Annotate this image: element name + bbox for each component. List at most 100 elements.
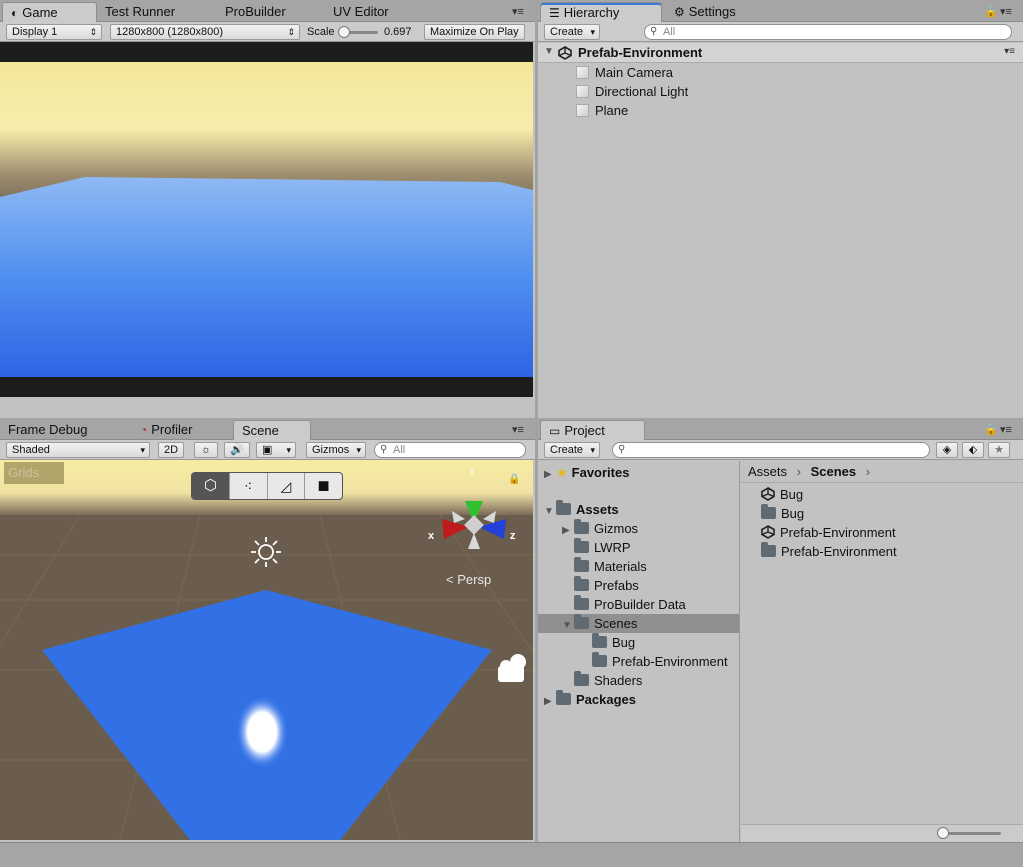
tab-test-runner[interactable]: Test Runner <box>97 2 183 22</box>
folder-icon <box>574 595 589 610</box>
hierarchy-panel: ☰ Hierarchy ⚙ Settings 🔒 ▾≡ Create ▾ ⚲ All ▼… <box>538 0 1023 418</box>
tree-scenes-prefab-environment[interactable]: Prefab-Environment <box>592 652 728 671</box>
display-dropdown[interactable]: Display 1 ⇕ <box>6 24 102 40</box>
unity-scene-icon <box>761 487 775 501</box>
tree-materials[interactable]: Materials <box>574 557 647 576</box>
icon-size-slider-thumb[interactable] <box>937 827 949 839</box>
dropdown-arrow-icon: ▾ <box>590 445 595 455</box>
tree-scenes-bug[interactable]: Bug <box>592 633 635 652</box>
tab-probuilder[interactable]: ProBuilder <box>217 2 294 22</box>
filter-by-label-button[interactable]: ⬖ <box>962 442 984 458</box>
file-label: Prefab-Environment <box>781 544 897 559</box>
tree-item-label: Shaders <box>594 673 643 688</box>
edge-mode-button[interactable]: ◿ <box>266 473 305 499</box>
scene-menu-icon[interactable]: ▾≡ <box>1004 46 1015 57</box>
hierarchy-scene-header[interactable]: ▼ Prefab-Environment ▾≡ <box>538 43 1023 63</box>
tree-probuilder-data[interactable]: ProBuilder Data <box>574 595 686 614</box>
breadcrumb-assets[interactable]: Assets <box>748 464 787 479</box>
expand-down-icon[interactable]: ▼ <box>544 46 556 57</box>
tab-hierarchy[interactable]: ☰ Hierarchy <box>540 2 662 22</box>
tab-profiler[interactable]: ◔ Profiler <box>132 420 200 440</box>
folder-icon <box>574 614 589 629</box>
hierarchy-item-label: Directional Light <box>595 84 689 99</box>
resolution-dropdown[interactable]: 1280x800 (1280x800) ⇕ <box>110 24 300 40</box>
hierarchy-create-button[interactable]: Create ▾ <box>544 24 600 40</box>
tree-gizmos[interactable]: ▶ Gizmos <box>562 519 638 538</box>
expand-right-icon: ▶ <box>544 696 552 707</box>
render-frame-top <box>0 42 533 62</box>
face-mode-button[interactable]: ◼ <box>304 473 342 499</box>
panel-menu-icon[interactable]: ▾≡ <box>512 423 524 436</box>
tree-lwrp[interactable]: LWRP <box>574 538 631 557</box>
file-prefab-environment-folder[interactable]: Prefab-Environment <box>761 542 897 561</box>
tree-prefabs[interactable]: Prefabs <box>574 576 639 595</box>
scene-search-input[interactable]: ⚲ All <box>374 442 526 458</box>
hierarchy-item-main-camera[interactable]: Main Camera <box>576 63 673 82</box>
folder-icon <box>556 690 571 705</box>
hierarchy-search-placeholder: All <box>663 26 676 38</box>
projection-toggle[interactable]: < Persp <box>446 572 491 587</box>
tree-assets[interactable]: ▼ Assets <box>544 500 619 519</box>
tree-packages[interactable]: ▶ Packages <box>544 690 636 709</box>
gizmos-dropdown[interactable]: Gizmos ▾ <box>306 442 366 458</box>
breadcrumb-scenes[interactable]: Scenes <box>811 464 857 479</box>
icon-size-slider[interactable] <box>937 827 1001 839</box>
expand-right-icon: ▶ <box>544 469 552 480</box>
hierarchy-search-input[interactable]: ⚲ All <box>644 24 1012 40</box>
tab-game[interactable]: ◐ Game <box>2 2 97 22</box>
tree-scenes[interactable]: ▼ Scenes <box>562 614 637 633</box>
scene-panel: Frame Debug ◔ Profiler Scene ▾≡ Shaded ▾ 2… <box>0 418 535 842</box>
cube-outline-icon: ⬡ <box>203 477 217 494</box>
project-tabbar: ▭ Project 🔒 ▾≡ <box>538 418 1023 440</box>
grids-overlay-button[interactable]: Grids <box>4 462 64 484</box>
tree-shaders[interactable]: Shaders <box>574 671 642 690</box>
tab-uv-editor[interactable]: UV Editor <box>325 2 397 22</box>
panel-menu-icon[interactable]: ▾≡ <box>1000 423 1012 436</box>
effects-dropdown[interactable]: ▣ ▾ <box>256 442 296 458</box>
tree-favorites[interactable]: ▶ ★ Favorites <box>544 463 629 482</box>
resolution-value: 1280x800 (1280x800) <box>116 26 224 38</box>
toggle-2d-button[interactable]: 2D <box>158 442 184 458</box>
folder-icon <box>556 500 571 515</box>
file-prefab-environment-scene[interactable]: Prefab-Environment <box>761 523 896 542</box>
folder-icon <box>574 557 589 572</box>
panel-menu-icon[interactable]: ▾≡ <box>512 5 524 18</box>
search-icon: ⚲ <box>618 444 626 455</box>
lock-icon[interactable]: 🔒 <box>984 423 998 436</box>
audio-toggle-button[interactable]: 🔊 <box>224 442 250 458</box>
projection-label: Persp <box>457 572 492 587</box>
folder-icon <box>574 519 589 534</box>
tab-project[interactable]: ▭ Project <box>540 420 645 440</box>
game-viewport[interactable] <box>0 42 533 397</box>
expand-right-icon: ▶ <box>562 525 570 536</box>
filter-by-type-button[interactable]: ◈ <box>936 442 958 458</box>
lighting-toggle-button[interactable]: ☼ <box>194 442 218 458</box>
favorites-star-button[interactable]: ★ <box>988 442 1010 458</box>
scene-viewport[interactable]: Grids ⬡ ⁖ ◿ ◼ 🔒 y x z < Persp <box>0 460 533 840</box>
vertex-mode-button[interactable]: ⁖ <box>228 473 267 499</box>
search-icon: ⚲ <box>380 444 388 455</box>
panel-menu-icon[interactable]: ▾≡ <box>1000 5 1012 18</box>
shading-mode-dropdown[interactable]: Shaded ▾ <box>6 442 150 458</box>
tab-frame-debug[interactable]: Frame Debug <box>0 420 95 440</box>
hierarchy-item-plane[interactable]: Plane <box>576 101 628 120</box>
tab-settings[interactable]: ⚙ Settings <box>666 2 744 22</box>
file-bug-scene[interactable]: Bug <box>761 485 803 504</box>
project-search-input[interactable]: ⚲ <box>612 442 930 458</box>
render-frame-bottom <box>0 377 533 397</box>
maximize-on-play-button[interactable]: Maximize On Play <box>424 24 525 40</box>
lock-icon[interactable]: 🔒 <box>984 5 998 18</box>
shapes-icon: ◈ <box>942 444 952 456</box>
hierarchy-item-directional-light[interactable]: Directional Light <box>576 82 688 101</box>
sun-icon: ☼ <box>200 444 212 456</box>
scale-slider[interactable] <box>338 26 378 38</box>
tab-scene[interactable]: Scene <box>233 420 311 440</box>
dropdown-arrow-icon: ▾ <box>286 445 291 455</box>
file-bug-folder[interactable]: Bug <box>761 504 804 523</box>
scale-slider-thumb[interactable] <box>338 26 350 38</box>
folder-icon <box>592 652 607 667</box>
project-create-button[interactable]: Create ▾ <box>544 442 600 458</box>
object-mode-button[interactable]: ⬡ <box>192 473 229 499</box>
updown-icon: ⇕ <box>89 27 97 37</box>
scene-lock-icon[interactable]: 🔒 <box>508 474 520 485</box>
